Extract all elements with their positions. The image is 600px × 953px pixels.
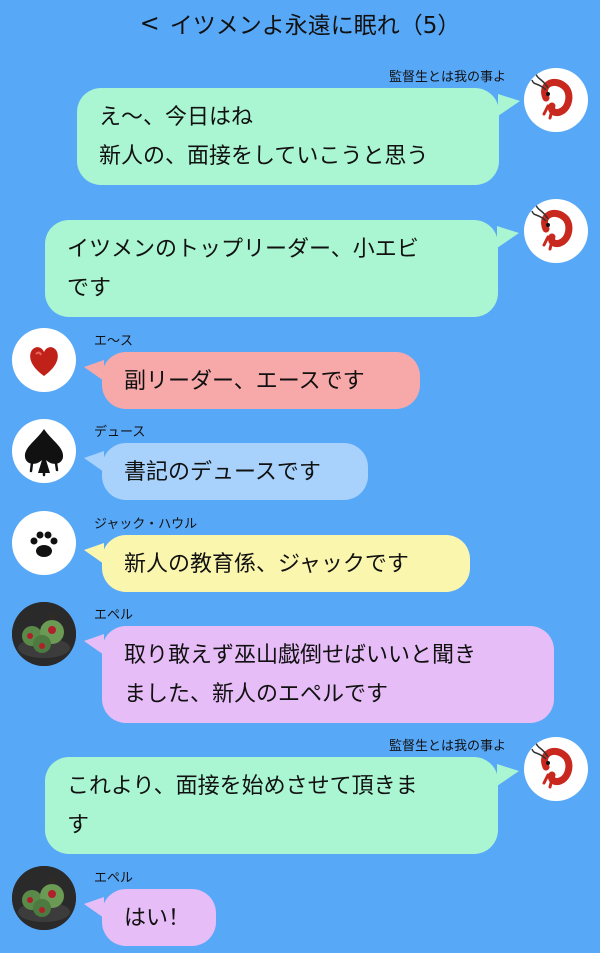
- message-bubble: はい！: [102, 889, 216, 946]
- sender-name: 監督生とは我の事よ: [388, 739, 506, 754]
- message-text: 新人の教育係、ジャックです: [124, 552, 409, 577]
- sender-name: エペル: [94, 608, 134, 623]
- chat-title: イツメンよ永遠に眠れ（5）: [169, 13, 461, 39]
- poison-apple-icon: [12, 866, 76, 930]
- message-text: です: [67, 276, 112, 301]
- bubble-tail: [84, 360, 104, 381]
- message-text: ました、新人のエペルです: [124, 682, 389, 707]
- message-text: 新人の、面接をしていこうと思う: [99, 144, 429, 169]
- poison-apple-icon: [12, 602, 76, 666]
- shrimp-icon: [531, 73, 573, 120]
- avatar[interactable]: [12, 602, 76, 666]
- bubble-tail: [84, 451, 104, 472]
- bubble-tail: [497, 226, 519, 248]
- message-bubble: え〜、今日はね 新人の、面接をしていこうと思う: [77, 88, 499, 185]
- paw-icon: [30, 531, 58, 557]
- sender-name: 監督生とは我の事よ: [388, 70, 506, 85]
- sender-name: ジャック・ハウル: [94, 517, 198, 532]
- avatar[interactable]: [524, 199, 588, 263]
- bubble-tail: [84, 634, 104, 655]
- sender-name: エペル: [94, 871, 134, 886]
- chat-header: < イツメンよ永遠に眠れ（5）: [0, 0, 600, 46]
- back-button[interactable]: <: [140, 9, 160, 37]
- message-bubble: 新人の教育係、ジャックです: [102, 535, 470, 592]
- spade-icon: [24, 429, 64, 477]
- message-text: 副リーダー、エースです: [124, 369, 365, 394]
- message-text: はい！: [124, 906, 191, 931]
- message-bubble: 書記のデュースです: [102, 443, 368, 500]
- bubble-tail: [498, 94, 520, 116]
- message-text: す: [67, 813, 90, 838]
- message-text: イツメンのトップリーダー、小エビ: [67, 237, 419, 262]
- avatar[interactable]: [12, 419, 76, 483]
- message-bubble: 副リーダー、エースです: [102, 352, 420, 409]
- shrimp-icon: [531, 204, 573, 251]
- avatar[interactable]: [524, 737, 588, 801]
- message-bubble: イツメンのトップリーダー、小エビ です: [45, 220, 498, 317]
- shrimp-icon: [531, 742, 573, 789]
- message-text: え〜、今日はね: [99, 105, 254, 130]
- sender-name: エ〜ス: [94, 334, 134, 349]
- message-bubble: これより、面接を始めさせて頂きま す: [45, 757, 498, 854]
- message-text: これより、面接を始めさせて頂きま: [67, 774, 418, 799]
- message-text: 取り敢えず巫山戯倒せばいいと聞き: [124, 643, 477, 668]
- avatar[interactable]: [12, 511, 76, 575]
- bubble-tail: [497, 764, 519, 786]
- bubble-tail: [84, 543, 104, 564]
- sender-name: デュース: [94, 425, 146, 440]
- message-text: 書記のデュースです: [124, 460, 321, 485]
- heart-icon: [30, 347, 58, 376]
- message-bubble: 取り敢えず巫山戯倒せばいいと聞き ました、新人のエペルです: [102, 626, 554, 723]
- avatar[interactable]: [12, 866, 76, 930]
- bubble-tail: [84, 897, 104, 918]
- avatar[interactable]: [524, 68, 588, 132]
- avatar[interactable]: [12, 328, 76, 392]
